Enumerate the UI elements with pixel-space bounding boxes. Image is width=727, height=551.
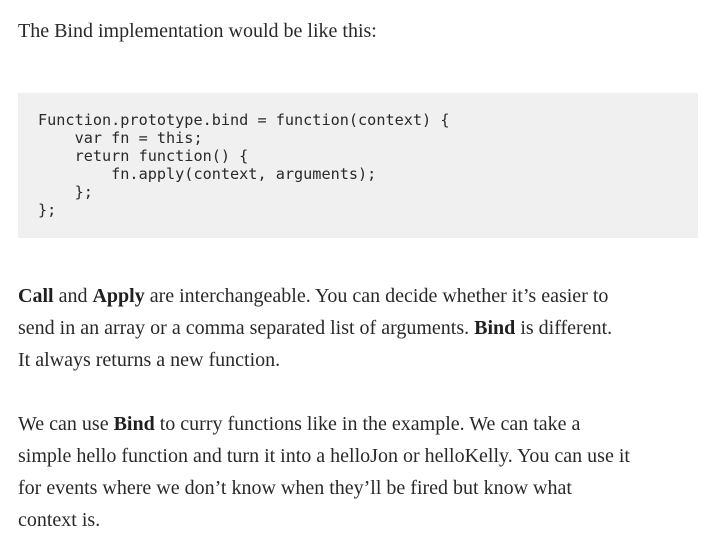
code-line: Function.prototype.bind = function(conte… [38,111,450,129]
code-line: }; [38,201,57,219]
text-run: to curry functions like in the example. … [154,413,581,435]
text-run: and [53,285,93,307]
code-block: Function.prototype.bind = function(conte… [18,93,698,238]
code-line: fn.apply(context, arguments); [38,165,377,183]
paragraph-line: send in an array or a comma separated li… [18,312,708,344]
text-run: is different. [515,317,613,339]
text-run: send in an array or a comma separated li… [18,317,475,339]
paragraph-line: We can use Bind to curry functions like … [18,408,708,440]
paragraph-line: context is. [18,504,708,536]
text-run: context is. [18,509,101,531]
text-run: We can use [18,413,114,435]
paragraph-line: for events where we don’t know when they… [18,472,708,504]
intro-text: The Bind implementation would be like th… [18,20,377,42]
bold-term-apply: Apply [92,285,145,307]
bold-term-bind: Bind [113,413,155,435]
paragraph-line: It always returns a new function. [18,344,708,376]
call-apply-paragraph: Call and Apply are interchangeable. You … [18,280,708,376]
text-run: It always returns a new function. [18,349,281,371]
paragraph-line: simple hello function and turn it into a… [18,440,708,472]
code-line: return function() { [38,147,249,165]
bold-term-call: Call [18,285,54,307]
curry-paragraph: We can use Bind to curry functions like … [18,408,708,536]
text-run: are interchangeable. You can decide whet… [144,285,609,307]
code-line: var fn = this; [38,129,203,147]
paragraph-line: Call and Apply are interchangeable. You … [18,280,708,312]
text-run: simple hello function and turn it into a… [18,445,630,467]
code-line: }; [38,183,93,201]
bold-term-bind: Bind [474,317,516,339]
text-run: for events where we don’t know when they… [18,477,572,499]
